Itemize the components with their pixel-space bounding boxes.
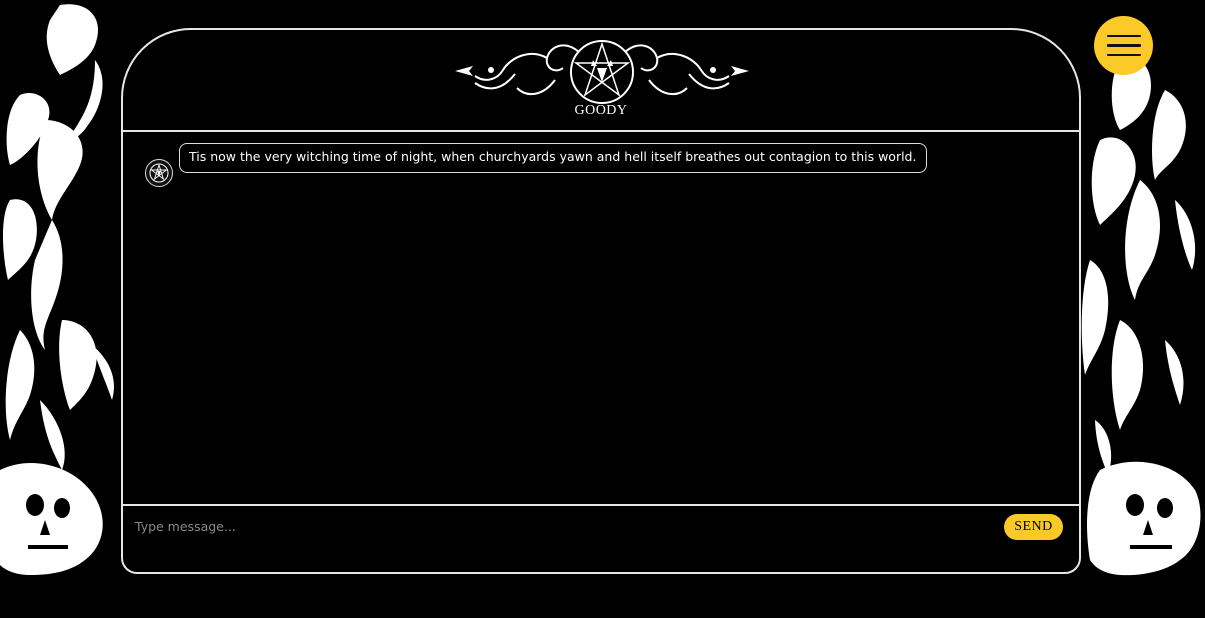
- gothic-vine-ornament-right: [1081, 57, 1201, 576]
- message-row: Tis now the very witching time of night,…: [145, 143, 928, 187]
- send-button[interactable]: SEND: [1004, 514, 1063, 540]
- hamburger-menu-icon: [1106, 34, 1141, 38]
- hamburger-menu-icon: [1106, 44, 1141, 47]
- brand-name: GOODY: [574, 103, 628, 118]
- page: GOODY Tis now the very witching time of …: [0, 0, 1205, 618]
- message-input[interactable]: [133, 514, 997, 538]
- hamburger-menu-icon: [1106, 53, 1141, 57]
- composer: SEND: [123, 504, 1079, 572]
- gothic-vine-ornament-left: [0, 4, 114, 575]
- chat-window: GOODY Tis now the very witching time of …: [121, 28, 1081, 574]
- message-bubble: Tis now the very witching time of night,…: [179, 143, 928, 173]
- bot-avatar: [145, 159, 173, 187]
- pentagram-goat-emblem-icon: [455, 40, 749, 104]
- menu-button[interactable]: [1094, 16, 1153, 75]
- pentagram-goat-icon: [149, 163, 169, 183]
- message-list: Tis now the very witching time of night,…: [123, 134, 1079, 504]
- chat-header: GOODY: [123, 30, 1079, 132]
